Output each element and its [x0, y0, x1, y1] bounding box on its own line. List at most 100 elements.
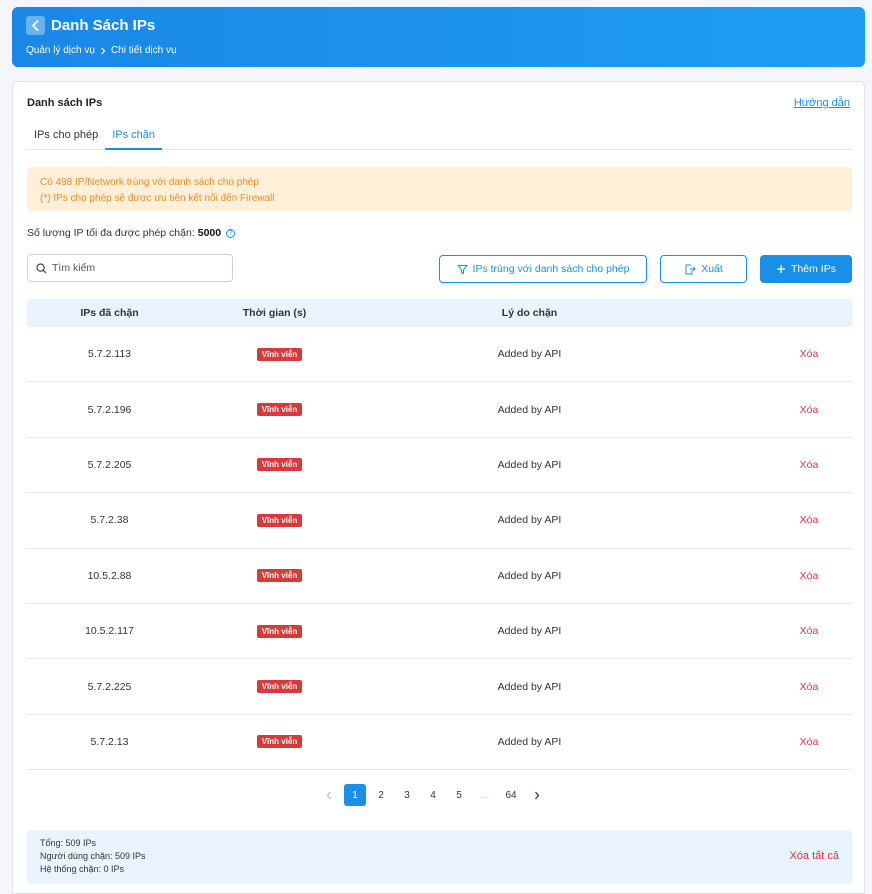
cell-time: Vĩnh viễn: [192, 624, 357, 638]
chevron-right-icon: [535, 791, 540, 799]
cell-ip: 5.7.2.196: [87, 403, 132, 416]
cell-time: Vĩnh viễn: [192, 680, 357, 694]
export-label: Xuất: [701, 263, 723, 275]
cell-action: Xóa: [702, 514, 852, 526]
delete-button[interactable]: Xóa: [800, 625, 819, 637]
cell-reason: Added by API: [497, 680, 562, 693]
page-button[interactable]: 1: [344, 784, 366, 806]
search-input[interactable]: [52, 262, 212, 274]
duration-badge: Vĩnh viễn: [256, 458, 303, 472]
duration-badge: Vĩnh viễn: [256, 680, 303, 694]
tab-blocked-ips[interactable]: IPs chặn: [105, 121, 163, 150]
breadcrumb-item-service-management[interactable]: Quản lý dịch vụ: [26, 45, 95, 56]
page-button[interactable]: 4: [422, 784, 444, 806]
page-button[interactable]: 2: [370, 784, 392, 806]
total-ips: Tổng: 509 IPs: [40, 838, 97, 848]
delete-button[interactable]: Xóa: [800, 348, 819, 360]
plus-icon: [777, 265, 786, 273]
duration-badge: Vĩnh viễn: [256, 569, 303, 583]
card-title: Danh sách IPs: [27, 97, 103, 109]
cell-time: Vĩnh viễn: [192, 513, 357, 527]
column-header-ip: IPs đã chặn: [80, 307, 139, 319]
cell-ip: 5.7.2.38: [90, 514, 129, 527]
search-box: [27, 254, 233, 282]
cell-reason: Added by API: [497, 569, 562, 582]
notice-line-1: Có 498 IP/Network trùng với danh sách ch…: [40, 177, 259, 188]
export-button[interactable]: Xuất: [660, 255, 747, 283]
ip-list-card: Danh sách IPs Hướng dẫn IPs cho phép IPs…: [12, 81, 865, 894]
cell-ip: 5.7.2.205: [87, 458, 132, 471]
table-row: 5.7.2.13 Vĩnh viễn Added by API Xóa: [27, 715, 852, 771]
cell-reason: Added by API: [497, 403, 562, 416]
delete-button[interactable]: Xóa: [800, 570, 819, 582]
column-header-reason: Lý do chặn: [501, 307, 558, 319]
delete-button[interactable]: Xóa: [800, 459, 819, 471]
cell-reason: Added by API: [497, 625, 562, 638]
table-row: 10.5.2.88 Vĩnh viễn Added by API Xóa: [27, 549, 852, 604]
cell-action: Xóa: [702, 681, 852, 693]
blocked-ips-table: IPs đã chặn Thời gian (s) Lý do chặn 5.7…: [27, 299, 852, 771]
cell-ip: 10.5.2.88: [87, 569, 132, 582]
table-row: 5.7.2.225 Vĩnh viễn Added by API Xóa: [27, 659, 852, 715]
column-header-time: Thời gian (s): [242, 307, 307, 319]
page-header: Danh Sách IPs Quản lý dịch vụ Chi tiết d…: [12, 7, 865, 67]
cell-action: Xóa: [702, 736, 852, 748]
ip-limit: Số lượng IP tối đa được phép chặn: 5000 …: [27, 227, 236, 239]
next-page-button[interactable]: [526, 784, 548, 806]
chevron-left-icon: [32, 20, 39, 31]
chevron-left-icon: [326, 791, 331, 799]
filter-icon: [457, 264, 468, 274]
page-button[interactable]: 3: [396, 784, 418, 806]
page-title: Danh Sách IPs: [51, 17, 156, 34]
info-icon[interactable]: ?: [226, 228, 236, 238]
chevron-right-icon: [101, 47, 106, 54]
summary-footer: Tổng: 509 IPs Người dùng chặn: 509 IPs H…: [27, 830, 852, 884]
duplicate-ips-label: IPs trùng với danh sách cho phép: [472, 263, 630, 275]
cell-time: Vĩnh viễn: [192, 347, 357, 361]
cell-reason: Added by API: [497, 735, 562, 748]
cell-action: Xóa: [702, 348, 852, 360]
table-row: 10.5.2.117 Vĩnh viễn Added by API Xóa: [27, 604, 852, 660]
cell-action: Xóa: [702, 625, 852, 637]
delete-button[interactable]: Xóa: [800, 736, 819, 748]
table-row: 5.7.2.205 Vĩnh viễn Added by API Xóa: [27, 438, 852, 494]
cell-reason: Added by API: [497, 458, 562, 471]
add-ips-button[interactable]: Thêm IPs: [760, 255, 852, 283]
delete-button[interactable]: Xóa: [800, 404, 819, 416]
notice-line-2: (*) IPs cho phép sẽ được ưu tiên kết nối…: [40, 193, 275, 204]
duplicate-ips-button[interactable]: IPs trùng với danh sách cho phép: [439, 255, 647, 283]
duration-badge: Vĩnh viễn: [256, 624, 303, 638]
cell-action: Xóa: [702, 570, 852, 582]
prev-page-button[interactable]: [318, 784, 340, 806]
table-row: 5.7.2.113 Vĩnh viễn Added by API Xóa: [27, 327, 852, 383]
duration-badge: Vĩnh viễn: [256, 735, 303, 749]
tab-allowed-ips[interactable]: IPs cho phép: [27, 121, 105, 150]
guide-link[interactable]: Hướng dẫn: [794, 97, 850, 109]
add-ips-label: Thêm IPs: [791, 263, 836, 275]
duration-badge: Vĩnh viễn: [256, 347, 303, 361]
search-icon: [36, 262, 47, 273]
delete-all-button[interactable]: Xóa tất cả: [789, 850, 839, 863]
page-ellipsis: ...: [480, 789, 490, 801]
cell-action: Xóa: [702, 459, 852, 471]
user-blocked-ips: Người dùng chặn: 509 IPs: [40, 851, 146, 861]
breadcrumb: Quản lý dịch vụ Chi tiết dịch vụ: [26, 45, 177, 56]
ip-limit-label: Số lượng IP tối đa được phép chặn:: [27, 227, 195, 239]
back-button[interactable]: [26, 16, 45, 35]
page-button[interactable]: 5: [448, 784, 470, 806]
cell-time: Vĩnh viễn: [192, 735, 357, 749]
cell-time: Vĩnh viễn: [192, 569, 357, 583]
delete-button[interactable]: Xóa: [800, 681, 819, 693]
delete-button[interactable]: Xóa: [800, 514, 819, 526]
cell-action: Xóa: [702, 404, 852, 416]
system-blocked-ips: Hệ thống chặn: 0 IPs: [40, 864, 125, 874]
cell-time: Vĩnh viễn: [192, 458, 357, 472]
cell-ip: 5.7.2.225: [87, 680, 132, 693]
export-icon: [685, 264, 696, 274]
page-button[interactable]: 64: [500, 784, 522, 806]
cell-reason: Added by API: [497, 348, 562, 361]
cell-reason: Added by API: [497, 514, 562, 527]
table-header: IPs đã chặn Thời gian (s) Lý do chặn: [27, 299, 852, 327]
duration-badge: Vĩnh viễn: [256, 403, 303, 417]
breadcrumb-item-service-detail: Chi tiết dịch vụ: [110, 45, 177, 56]
